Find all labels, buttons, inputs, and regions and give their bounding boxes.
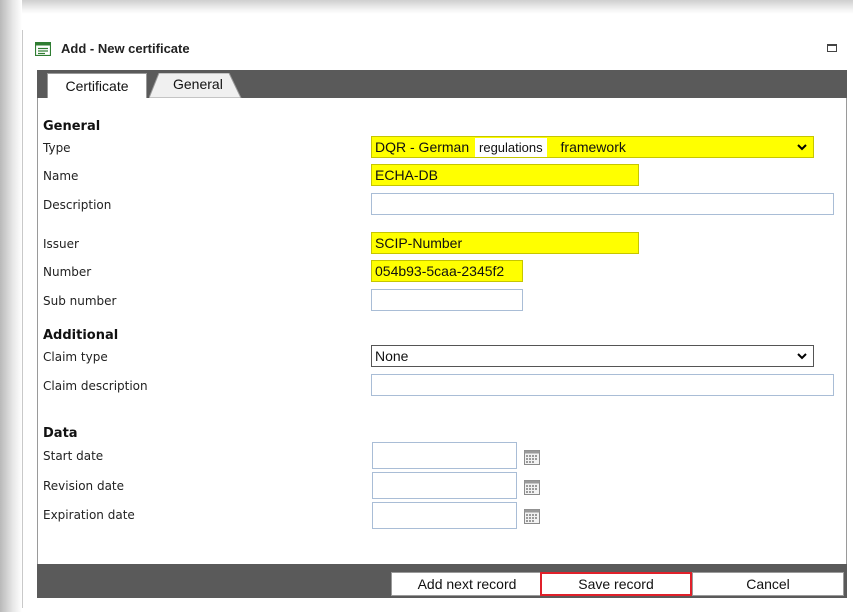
dialog-title: Add - New certificate	[61, 41, 190, 56]
dialog-footer: Add next record Save record Cancel	[37, 564, 847, 598]
cancel-button[interactable]: Cancel	[692, 572, 844, 596]
tab-general[interactable]: General	[149, 73, 243, 98]
sub-number-label: Sub number	[43, 294, 117, 308]
tab-certificate-label: Certificate	[65, 78, 129, 94]
expiration-date-label: Expiration date	[43, 508, 135, 522]
expiration-date-input[interactable]	[372, 502, 517, 529]
save-record-button[interactable]: Save record	[540, 572, 692, 596]
type-value-part1: DQR - German	[375, 139, 470, 155]
form-content: General Type DQR - German regulations fr…	[37, 98, 847, 564]
maximize-icon[interactable]	[827, 44, 837, 52]
name-label: Name	[43, 169, 79, 183]
section-data-heading: Data	[43, 426, 78, 441]
add-next-record-button[interactable]: Add next record	[391, 572, 543, 596]
calendar-icon[interactable]	[524, 509, 540, 524]
sub-number-input[interactable]	[371, 289, 523, 311]
start-date-label: Start date	[43, 449, 104, 463]
claim-type-label: Claim type	[43, 350, 108, 364]
tab-bar: Certificate General	[37, 70, 847, 98]
tab-general-label: General	[173, 76, 223, 92]
window-shadow-left	[0, 0, 22, 612]
form-icon	[35, 42, 51, 56]
claim-type-value: None	[375, 348, 409, 364]
calendar-icon[interactable]	[524, 450, 540, 465]
description-label: Description	[43, 198, 112, 212]
name-input[interactable]: ECHA-DB	[371, 164, 639, 186]
number-label: Number	[43, 265, 92, 279]
claim-description-label: Claim description	[43, 379, 148, 393]
claim-type-select[interactable]: None	[371, 345, 814, 367]
issuer-input[interactable]: SCIP-Number	[371, 232, 639, 254]
type-label: Type	[43, 141, 71, 155]
section-additional-heading: Additional	[43, 328, 119, 343]
calendar-icon[interactable]	[524, 480, 540, 495]
revision-date-label: Revision date	[43, 479, 125, 493]
chevron-down-icon	[797, 144, 807, 151]
section-general-heading: General	[43, 119, 101, 134]
certificate-dialog: Add - New certificate Certificate Genera…	[22, 30, 849, 608]
number-input[interactable]: 054b93-5caa-2345f2	[371, 260, 523, 282]
chevron-down-icon	[797, 353, 807, 360]
type-select[interactable]: DQR - German regulations framework	[371, 136, 814, 158]
type-value-part3: framework	[560, 139, 626, 155]
type-value-part2: regulations	[475, 138, 547, 157]
tab-certificate[interactable]: Certificate	[47, 73, 147, 98]
claim-description-input[interactable]	[371, 374, 834, 396]
dialog-titlebar: Add - New certificate	[23, 30, 849, 70]
start-date-input[interactable]	[372, 442, 517, 469]
description-input[interactable]	[371, 193, 834, 215]
window-shadow-top	[0, 0, 853, 14]
revision-date-input[interactable]	[372, 472, 517, 499]
issuer-label: Issuer	[43, 237, 79, 251]
